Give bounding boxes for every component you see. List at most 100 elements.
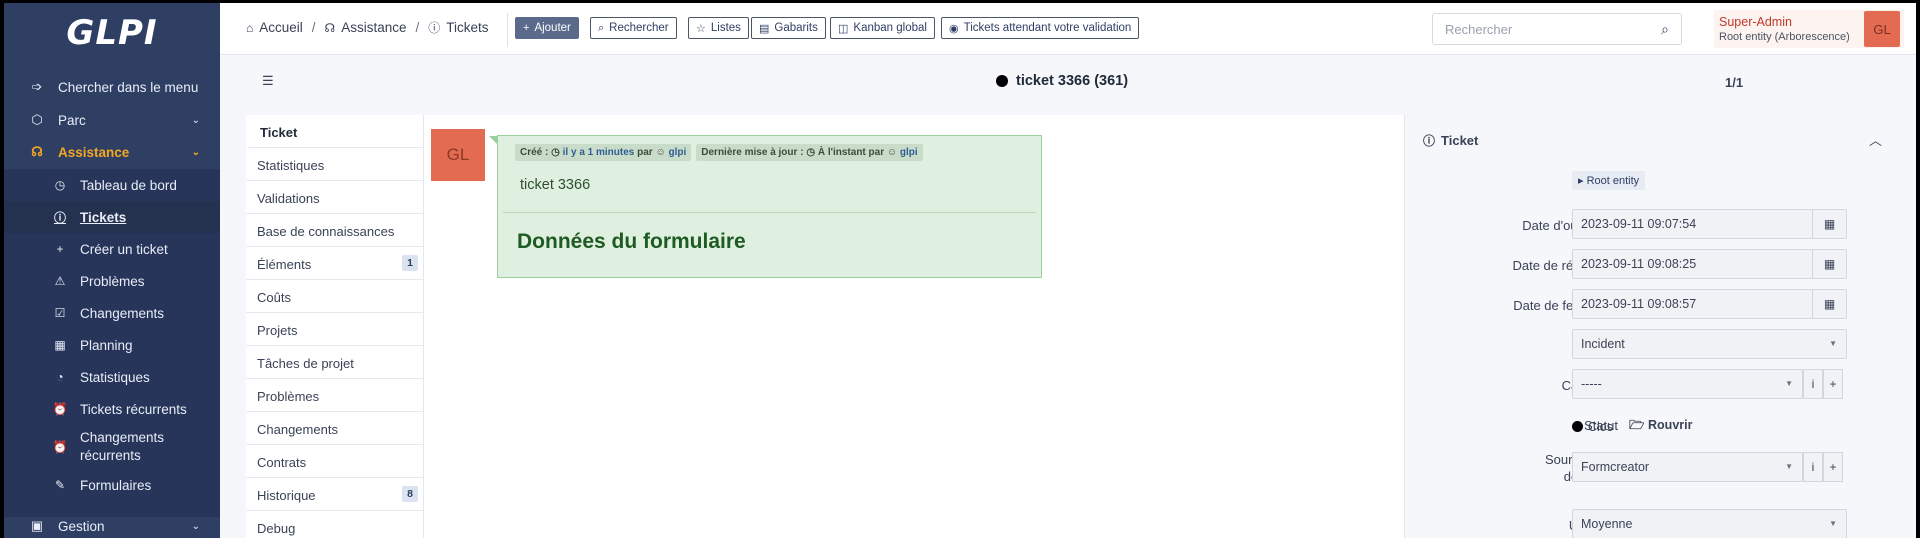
chevron-up-icon[interactable]: ︿: [1869, 130, 1882, 149]
source-value: Formcreator: [1581, 460, 1650, 474]
reopen-button[interactable]: 🗁 Rouvrir: [1629, 416, 1692, 437]
alarm-icon: ⏰: [52, 440, 68, 454]
panel-title[interactable]: ⓘ Ticket: [1423, 132, 1478, 149]
chart-pie-icon: ◔: [56, 370, 64, 384]
search-button[interactable]: ⌕ Rechercher: [590, 17, 677, 39]
sidebar-sub-recurrent-changes[interactable]: ⏰ Changements récurrents: [4, 425, 220, 469]
search-icon: ⌕: [598, 21, 605, 34]
add-icon[interactable]: +: [1823, 369, 1843, 399]
plus-icon: +: [56, 242, 64, 256]
home-icon: ⌂: [246, 20, 254, 35]
info-icon[interactable]: i: [1803, 369, 1823, 399]
updated-badge: Dernière mise à jour : ◷ À l'instant par…: [696, 144, 923, 161]
sidebar-item-label: Assistance: [58, 144, 130, 160]
sidebar-item-gestion[interactable]: ▣ Gestion ⌄: [4, 513, 220, 538]
sidebar-sub-create-ticket[interactable]: + Créer un ticket: [4, 233, 220, 265]
validation-tickets-button[interactable]: ◉ Tickets attendant votre validation: [941, 17, 1140, 39]
user-icon: ☺: [886, 147, 898, 158]
avatar: GL: [431, 129, 485, 181]
breadcrumb-assistance[interactable]: Assistance: [341, 20, 406, 35]
sidebar-sub-problems[interactable]: ⚠ Problèmes: [4, 265, 220, 297]
tab-label: Changements: [257, 422, 338, 437]
tab-problems[interactable]: Problèmes: [246, 379, 424, 412]
category-value: -----: [1581, 377, 1602, 391]
updated-by-link[interactable]: glpi: [900, 147, 918, 158]
eye-icon: ◉: [949, 22, 959, 35]
category-select[interactable]: ----- ▼: [1572, 369, 1803, 399]
sidebar-sub-tickets[interactable]: ⓘ Tickets: [4, 201, 220, 233]
sidebar-sub-forms[interactable]: ✎ Formulaires: [4, 469, 220, 501]
ticket-panel: ⓘ Ticket ︿ Entité ▸ Root entity Date d'o…: [1405, 115, 1908, 538]
source-select[interactable]: Formcreator ▼: [1572, 452, 1803, 482]
calendar-icon[interactable]: ▦: [1812, 290, 1846, 318]
sidebar-sub-recurrent-tickets[interactable]: ⏰ Tickets récurrents: [4, 393, 220, 425]
calendar-icon[interactable]: ▦: [1812, 210, 1846, 238]
tab-statistics[interactable]: Statistiques: [246, 148, 424, 181]
entity-link[interactable]: ▸ Root entity: [1572, 171, 1646, 190]
arrow-right-icon: ➩: [31, 79, 43, 94]
templates-button[interactable]: ▤ Gabarits: [751, 17, 826, 39]
reopen-label: Rouvrir: [1648, 418, 1693, 432]
breadcrumb-home[interactable]: Accueil: [259, 20, 303, 35]
global-search-input[interactable]: Rechercher ⌕: [1432, 13, 1682, 45]
tab-history[interactable]: Historique 8: [246, 478, 424, 511]
sidebar-sub-changes[interactable]: ☑ Changements: [4, 297, 220, 329]
list-toggle-icon[interactable]: ☰: [262, 73, 274, 89]
tab-label: Éléments: [257, 257, 312, 272]
tab-validations[interactable]: Validations: [246, 181, 424, 214]
tab-knowledge-base[interactable]: Base de connaissances: [246, 214, 424, 247]
urgency-select[interactable]: Moyenne ▼: [1572, 509, 1847, 538]
sidebar-item-parc[interactable]: ⬡ Parc ⌄: [4, 105, 220, 135]
open-date-value: 2023-09-11 09:07:54: [1581, 217, 1697, 231]
tab-contracts[interactable]: Contrats: [246, 445, 424, 478]
menu-search[interactable]: ➩ Chercher dans le menu: [4, 72, 220, 102]
sidebar-item-assistance[interactable]: ☊ Assistance ⌄: [4, 137, 220, 167]
updated-label: Dernière mise à jour :: [701, 147, 804, 158]
wallet-icon: ▣: [30, 518, 44, 533]
tab-label: Debug: [257, 521, 296, 536]
open-date-input[interactable]: 2023-09-11 09:07:54 ▦: [1572, 209, 1847, 239]
tab-costs[interactable]: Coûts: [246, 280, 424, 313]
type-select[interactable]: Incident ▼: [1572, 329, 1847, 359]
tab-ticket[interactable]: Ticket: [246, 115, 424, 148]
tab-label: Problèmes: [257, 389, 320, 404]
close-date-input[interactable]: 2023-09-11 09:08:57 ▦: [1572, 289, 1847, 319]
sidebar-sub-dashboard[interactable]: ◷ Tableau de bord: [4, 169, 220, 201]
kanban-button[interactable]: ◫ Kanban global: [830, 17, 935, 39]
alarm-icon: ⏰: [52, 402, 68, 416]
app-frame: GLPI ➩ Chercher dans le menu ⬡ Parc ⌄ ☊ …: [4, 3, 1916, 538]
tab-projects[interactable]: Projets: [246, 313, 424, 346]
clock-icon: ◷: [551, 147, 560, 158]
tab-project-tasks[interactable]: Tâches de projet: [246, 346, 424, 379]
star-icon: ☆: [696, 22, 706, 35]
folder-open-icon: 🗁: [1629, 418, 1645, 432]
by-label: par: [637, 147, 653, 158]
divider: [503, 212, 1036, 213]
add-button[interactable]: + Ajouter: [515, 17, 579, 39]
avatar[interactable]: GL: [1864, 11, 1900, 47]
entity-value: Root entity: [1586, 175, 1640, 187]
search-icon[interactable]: ⌕: [1661, 21, 1669, 38]
sidebar-sub-statistics[interactable]: ◔ Statistiques: [4, 361, 220, 393]
tab-changes[interactable]: Changements: [246, 412, 424, 445]
status-dot-icon: [996, 75, 1008, 87]
calendar-icon[interactable]: ▦: [1812, 250, 1846, 278]
sidebar-sub-label-line2: récurrents: [80, 448, 141, 463]
sidebar-sub-planning[interactable]: ▦ Planning: [4, 329, 220, 361]
add-icon[interactable]: +: [1823, 452, 1843, 482]
info-icon[interactable]: i: [1803, 452, 1823, 482]
urgency-value: Moyenne: [1581, 517, 1633, 531]
resolve-date-input[interactable]: 2023-09-11 09:08:25 ▦: [1572, 249, 1847, 279]
tab-elements[interactable]: Éléments 1: [246, 247, 424, 280]
user-profile[interactable]: Super-Admin Root entity (Arborescence) G…: [1714, 10, 1904, 48]
glpi-logo[interactable]: GLPI: [4, 3, 220, 63]
breadcrumb-tickets[interactable]: Tickets: [446, 20, 488, 35]
created-when[interactable]: il y a 1 minutes: [563, 147, 635, 158]
updated-when: À l'instant: [817, 147, 866, 158]
pager: 1/1: [1725, 75, 1744, 90]
lists-button[interactable]: ☆ Listes: [688, 17, 749, 39]
status-text: Clos: [1588, 419, 1614, 434]
count-badge: 8: [402, 486, 418, 502]
created-by-link[interactable]: glpi: [668, 147, 686, 158]
tab-debug[interactable]: Debug: [246, 511, 424, 538]
